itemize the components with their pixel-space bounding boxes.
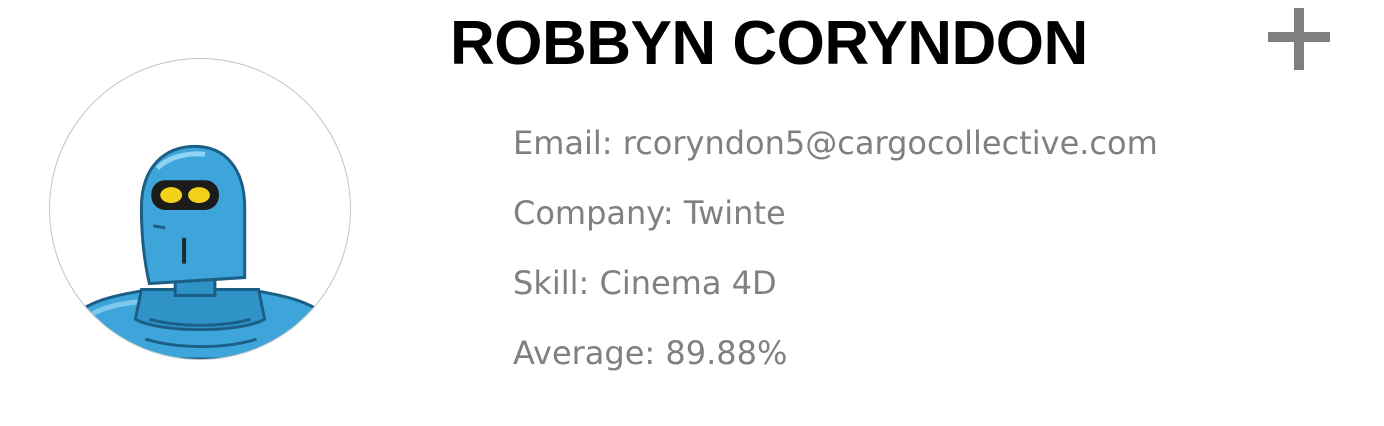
robot-avatar-icon [68, 144, 332, 359]
avatar [49, 58, 351, 360]
company-detail: Company: Twinte [513, 194, 786, 232]
plus-icon[interactable] [1262, 2, 1334, 74]
average-detail: Average: 89.88% [513, 334, 788, 372]
profile-card: ROBBYN CORYNDON Email: rcoryndon5@cargoc… [0, 0, 1384, 426]
email-detail: Email: rcoryndon5@cargocollective.com [513, 124, 1158, 162]
profile-name: ROBBYN CORYNDON [450, 9, 1088, 78]
plus-icon-vertical-bar [1294, 8, 1304, 70]
profile-details: Email: rcoryndon5@cargocollective.com Co… [513, 124, 1158, 404]
skill-detail: Skill: Cinema 4D [513, 264, 777, 302]
